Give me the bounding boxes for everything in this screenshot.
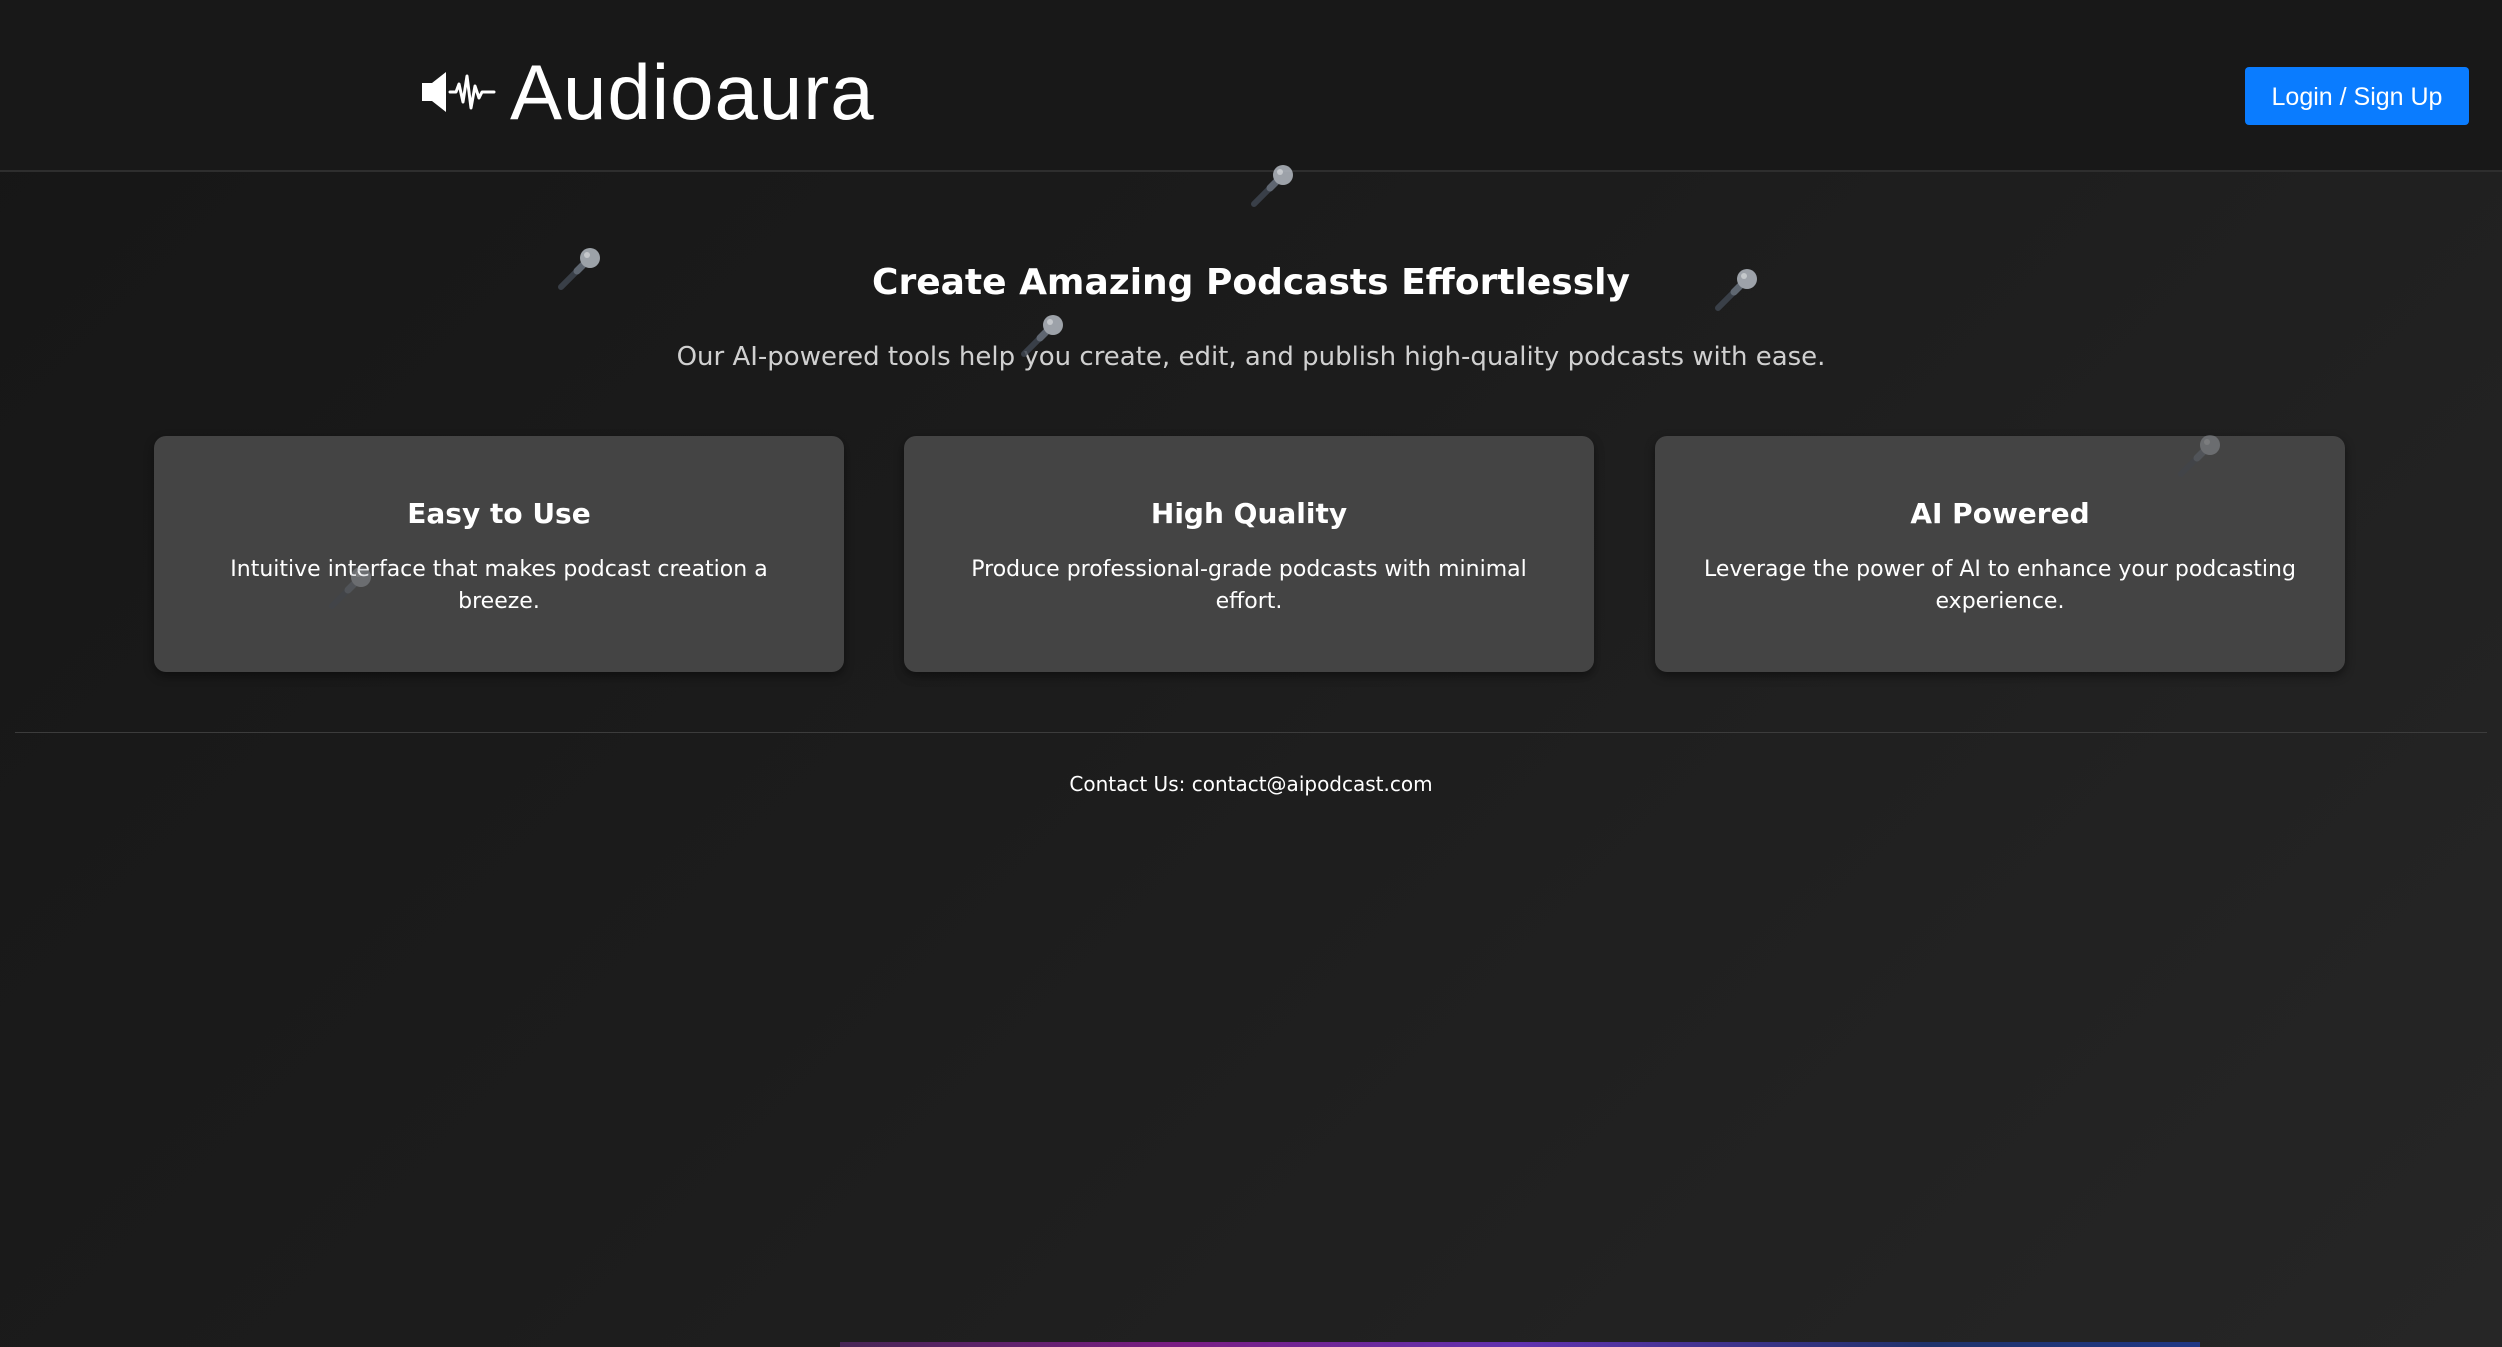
feature-description: Produce professional-grade podcasts with…: [971, 557, 1527, 614]
bottom-edge-glow: [840, 1342, 2200, 1347]
feature-description: Intuitive interface that makes podcast c…: [230, 557, 768, 614]
feature-title: High Quality: [1150, 497, 1348, 530]
feature-card-easy-to-use: Easy to Use Intuitive interface that mak…: [154, 436, 844, 672]
hero-subtitle: Our AI-powered tools help you create, ed…: [676, 342, 1826, 372]
site-header: Audioaura Login / Sign Up: [0, 0, 2502, 172]
feature-card-high-quality: High Quality Produce professional-grade …: [904, 436, 1594, 672]
login-signup-button[interactable]: Login / Sign Up: [2245, 67, 2469, 125]
contact-info: Contact Us: contact@aipodcast.com: [1069, 772, 1433, 796]
brand-name: Audioaura: [510, 48, 875, 136]
feature-card-ai-powered: AI Powered Leverage the power of AI to e…: [1655, 436, 2345, 672]
feature-title: Easy to Use: [407, 497, 591, 530]
features-section: Easy to Use Intuitive interface that mak…: [154, 436, 2346, 672]
footer-divider: [15, 732, 2487, 733]
speaker-waveform-icon: [422, 72, 496, 112]
hero-title: Create Amazing Podcasts Effortlessly: [872, 262, 1630, 303]
feature-description: Leverage the power of AI to enhance your…: [1704, 557, 2296, 614]
brand-logo[interactable]: Audioaura: [420, 44, 875, 140]
feature-title: AI Powered: [1910, 497, 2090, 530]
